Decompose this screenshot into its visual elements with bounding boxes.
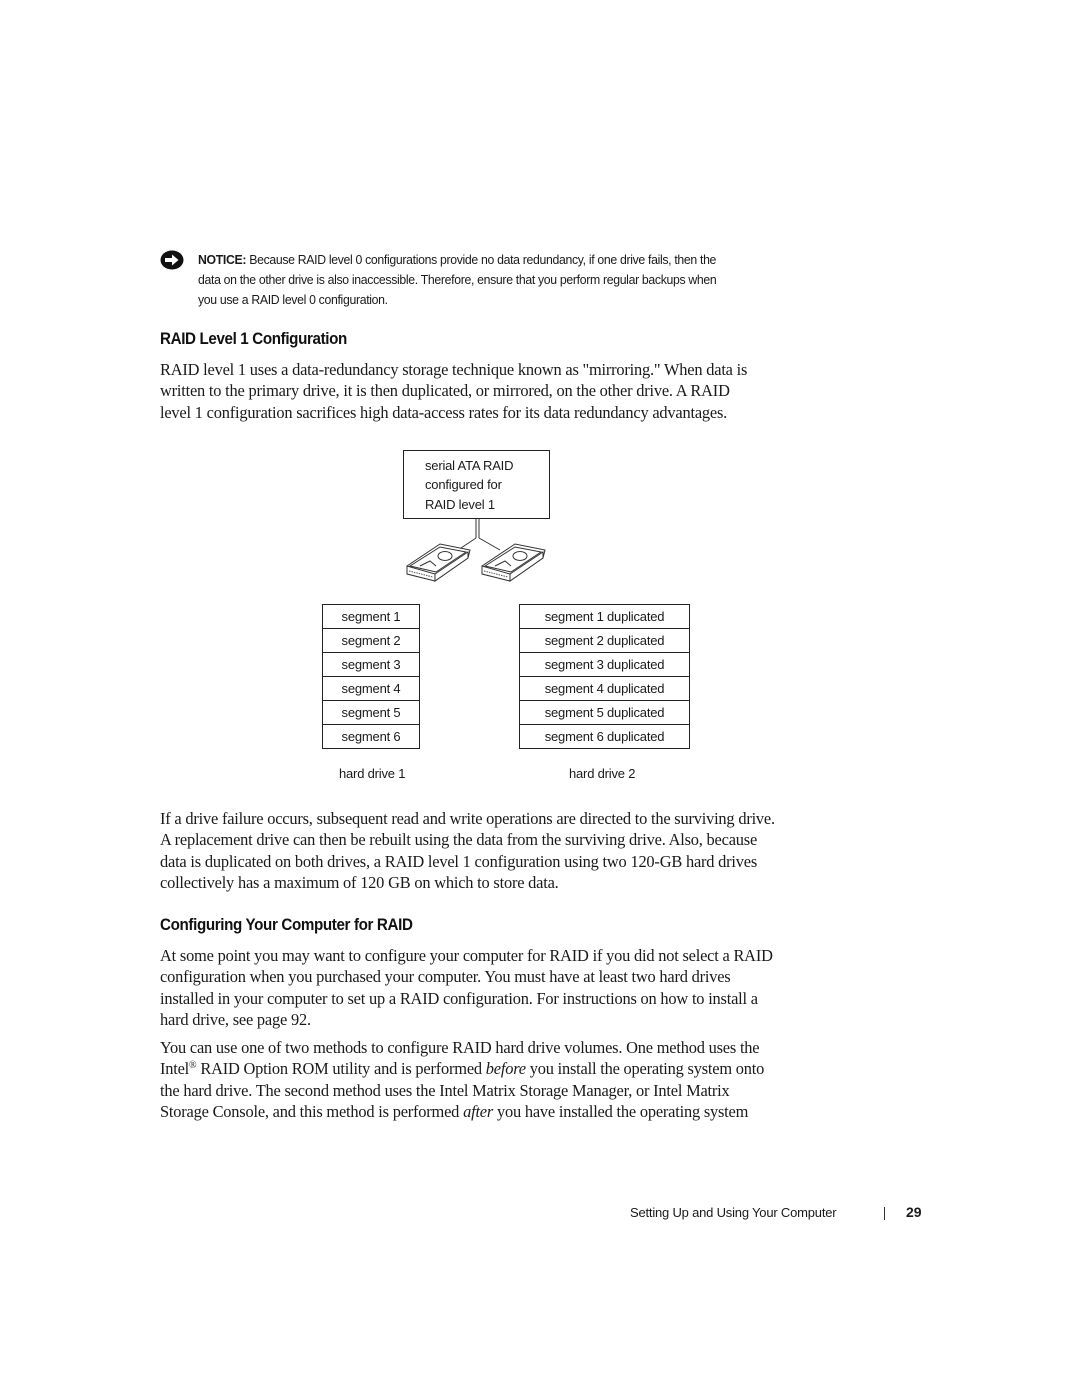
- emphasis-before: before: [485, 1059, 526, 1079]
- controller-label-line: serial ATA RAID: [425, 458, 514, 473]
- controller-label-line: RAID level 1: [425, 496, 495, 512]
- hard-drive-1-label: hard drive 1: [339, 766, 406, 781]
- notice-line: you use a RAID level 0 configuration.: [198, 291, 388, 307]
- configure-methods-paragraph: You can use one of two methods to config…: [160, 1037, 860, 1122]
- paragraph-line: Intel® RAID Option ROM utility and is pe…: [160, 1058, 860, 1079]
- text-segment: Storage Console, and this method is perf…: [160, 1101, 464, 1121]
- paragraph-line: A replacement drive can then be rebuilt …: [160, 830, 758, 850]
- paragraph-line: If a drive failure occurs, subsequent re…: [160, 809, 775, 828]
- hard-drives-illustration: [406, 519, 546, 582]
- paragraph-line: You can use one of two methods to config…: [160, 1038, 760, 1057]
- hard-drive-2-label: hard drive 2: [569, 766, 636, 781]
- paragraph-line: the hard drive. The second method uses t…: [160, 1080, 730, 1100]
- hard-drive-1-segments: segment 1 segment 2 segment 3 segment 4 …: [322, 604, 420, 749]
- text-segment: RAID Option ROM utility and is performed: [196, 1059, 486, 1079]
- segment-cell: segment 3: [322, 653, 420, 677]
- segment-cell: segment 3 duplicated: [519, 653, 690, 677]
- emphasis-after: after: [463, 1101, 494, 1121]
- text-segment: you have installed the operating system: [493, 1101, 749, 1121]
- footer-separator: [884, 1207, 885, 1220]
- controller-label-line: configured for: [425, 477, 502, 493]
- notice-arrow-icon: [160, 250, 184, 270]
- paragraph-line: collectively has a maximum of 120 GB on …: [160, 872, 559, 892]
- raid1-description-paragraph: RAID level 1 uses a data-redundancy stor…: [160, 359, 860, 423]
- paragraph-line: installed in your computer to set up a R…: [160, 988, 758, 1008]
- notice-line: data on the other drive is also inaccess…: [198, 271, 717, 287]
- text-intel: Intel: [160, 1059, 190, 1079]
- paragraph-line: At some point you may want to configure …: [160, 946, 773, 965]
- paragraph-line: level 1 configuration sacrifices high da…: [160, 402, 728, 422]
- notice-label: NOTICE:: [198, 252, 247, 267]
- paragraph-line: Storage Console, and this method is perf…: [160, 1101, 860, 1122]
- notice-text: NOTICE: Because RAID level 0 configurati…: [198, 250, 849, 309]
- segment-cell: segment 6 duplicated: [519, 725, 690, 749]
- paragraph-line: data is duplicated on both drives, a RAI…: [160, 851, 758, 871]
- segment-cell: segment 1: [322, 605, 420, 629]
- paragraph-line: configuration when you purchased your co…: [160, 967, 731, 987]
- segment-cell: segment 1 duplicated: [519, 605, 690, 629]
- drive-failure-paragraph: If a drive failure occurs, subsequent re…: [160, 808, 860, 893]
- page-number: 29: [906, 1204, 922, 1220]
- section-heading-configuring-raid: Configuring Your Computer for RAID: [160, 916, 413, 934]
- raid-controller-box: serial ATA RAID configured for RAID leve…: [403, 450, 550, 519]
- notice-line: Because RAID level 0 configurations prov…: [246, 252, 717, 267]
- hard-drive-2-segments: segment 1 duplicated segment 2 duplicate…: [519, 604, 690, 749]
- segment-cell: segment 2 duplicated: [519, 629, 690, 653]
- paragraph-line: RAID level 1 uses a data-redundancy stor…: [160, 360, 748, 379]
- segment-cell: segment 5 duplicated: [519, 701, 690, 725]
- segment-cell: segment 4 duplicated: [519, 677, 690, 701]
- segment-cell: segment 4: [322, 677, 420, 701]
- configure-intro-paragraph: At some point you may want to configure …: [160, 945, 860, 1030]
- paragraph-line: hard drive, see page 92.: [160, 1009, 311, 1029]
- hard-drive-1-icon: [406, 543, 471, 582]
- paragraph-line: written to the primary drive, it is then…: [160, 381, 730, 401]
- text-segment: you install the operating system onto: [525, 1059, 765, 1079]
- connector-lines: [457, 519, 501, 551]
- footer-section-title: Setting Up and Using Your Computer: [630, 1205, 837, 1220]
- segment-cell: segment 2: [322, 629, 420, 653]
- segment-cell: segment 5: [322, 701, 420, 725]
- segment-cell: segment 6: [322, 725, 420, 749]
- section-heading-raid-level-1: RAID Level 1 Configuration: [160, 330, 347, 348]
- hard-drive-2-icon: [481, 543, 546, 582]
- page-footer: Setting Up and Using Your Computer 29: [630, 1204, 922, 1224]
